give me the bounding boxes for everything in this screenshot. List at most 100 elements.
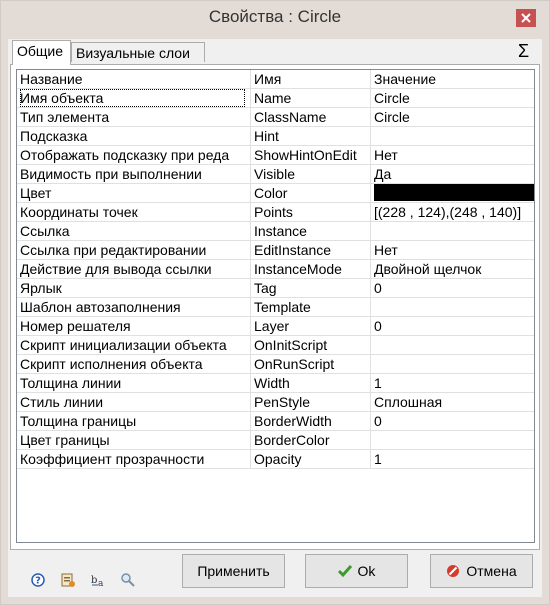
property-row[interactable]: Толщина границы BorderWidth 0 bbox=[17, 412, 534, 431]
property-title: Ярлык bbox=[17, 279, 251, 297]
property-row[interactable]: Шаблон автозаполнения Template bbox=[17, 298, 534, 317]
property-value[interactable]: 0 bbox=[371, 279, 534, 297]
property-name: ShowHintOnEdit bbox=[251, 146, 371, 164]
property-row[interactable]: Номер решателя Layer 0 bbox=[17, 317, 534, 336]
property-name: BorderWidth bbox=[251, 412, 371, 430]
properties-dialog: Свойства : Circle Общие Визуальные слои … bbox=[0, 0, 550, 605]
window-title: Свойства : Circle bbox=[208, 7, 342, 26]
sigma-icon[interactable]: Σ bbox=[518, 39, 529, 63]
property-row[interactable]: Скрипт инициализации объекта OnInitScript bbox=[17, 336, 534, 355]
property-row[interactable]: Координаты точек Points [(228 , 124),(248 … bbox=[17, 203, 534, 222]
column-header-value[interactable]: Значение bbox=[371, 70, 534, 88]
property-title: Номер решателя bbox=[17, 317, 251, 335]
property-row[interactable]: Видимость при выполнении Visible Да bbox=[17, 165, 534, 184]
property-value[interactable] bbox=[371, 431, 534, 449]
apply-button[interactable]: Применить bbox=[182, 554, 285, 588]
tab-general[interactable]: Общие bbox=[12, 40, 71, 65]
property-name: Layer bbox=[251, 317, 371, 335]
bottom-bar: ? b a Применить Ok Отмена bbox=[8, 550, 542, 597]
property-value[interactable]: 0 bbox=[371, 317, 534, 335]
property-row[interactable]: Скрипт исполнения объекта OnRunScript bbox=[17, 355, 534, 374]
help-icon[interactable]: ? bbox=[30, 572, 46, 588]
apply-button-label: Применить bbox=[197, 563, 270, 579]
property-name: BorderColor bbox=[251, 431, 371, 449]
tab-panel: Название Имя Значение Имя объекта Name Cir… bbox=[10, 64, 540, 550]
close-icon bbox=[521, 13, 531, 23]
property-name: Visible bbox=[251, 165, 371, 183]
property-row[interactable]: Ярлык Tag 0 bbox=[17, 279, 534, 298]
property-value[interactable]: Сплошная bbox=[371, 393, 534, 411]
property-row[interactable]: Ссылка при редактировании EditInstance Нет bbox=[17, 241, 534, 260]
property-title: Цвет bbox=[17, 184, 251, 202]
property-value[interactable]: 1 bbox=[371, 450, 534, 468]
property-name: Width bbox=[251, 374, 371, 392]
property-value[interactable] bbox=[371, 184, 534, 202]
ok-button[interactable]: Ok bbox=[305, 554, 408, 588]
property-value[interactable] bbox=[371, 127, 534, 145]
property-value[interactable]: Двойной щелчок bbox=[371, 260, 534, 278]
property-row[interactable]: Коэффициент прозрачности Opacity 1 bbox=[17, 450, 534, 469]
property-title: Ссылка при редактировании bbox=[17, 241, 251, 259]
property-title: Цвет границы bbox=[17, 431, 251, 449]
property-title: Тип элемента bbox=[17, 108, 251, 126]
property-title: Подсказка bbox=[17, 127, 251, 145]
column-header-name[interactable]: Имя bbox=[251, 70, 371, 88]
property-value[interactable]: Circle bbox=[371, 89, 534, 107]
property-row[interactable]: Отображать подсказку при реда ShowHintOnE… bbox=[17, 146, 534, 165]
property-name: ClassName bbox=[251, 108, 371, 126]
property-title: Координаты точек bbox=[17, 203, 251, 221]
property-title: Отображать подсказку при реда bbox=[17, 146, 251, 164]
svg-text:a: a bbox=[98, 579, 104, 588]
properties-icon[interactable] bbox=[60, 572, 76, 588]
property-row[interactable]: Толщина линии Width 1 bbox=[17, 374, 534, 393]
property-row[interactable]: Действие для вывода ссылки InstanceMode Дв… bbox=[17, 260, 534, 279]
property-title: Коэффициент прозрачности bbox=[17, 450, 251, 468]
property-title: Видимость при выполнении bbox=[17, 165, 251, 183]
property-title: Толщина линии bbox=[17, 374, 251, 392]
property-value[interactable] bbox=[371, 355, 534, 373]
tab-visual-layers[interactable]: Визуальные слои bbox=[71, 42, 205, 62]
property-title-focused: Имя объекта bbox=[20, 89, 245, 107]
property-row[interactable]: Цвет Color bbox=[17, 184, 534, 203]
close-button[interactable] bbox=[516, 9, 536, 27]
property-value[interactable] bbox=[371, 298, 534, 316]
property-name: OnRunScript bbox=[251, 355, 371, 373]
title-bar: Свойства : Circle bbox=[1, 1, 549, 39]
property-name: Template bbox=[251, 298, 371, 316]
svg-text:b: b bbox=[91, 575, 97, 586]
property-value[interactable] bbox=[371, 336, 534, 354]
property-row[interactable]: Ссылка Instance bbox=[17, 222, 534, 241]
property-value[interactable]: Нет bbox=[371, 146, 534, 164]
font-rename-icon[interactable]: b a bbox=[90, 572, 106, 588]
property-value[interactable]: [(228 , 124),(248 , 140)] bbox=[371, 203, 534, 221]
grid-header: Название Имя Значение bbox=[17, 70, 534, 89]
property-title: Скрипт инициализации объекта bbox=[17, 336, 251, 354]
property-value[interactable]: 1 bbox=[371, 374, 534, 392]
property-value[interactable] bbox=[371, 222, 534, 240]
property-row[interactable]: Цвет границы BorderColor bbox=[17, 431, 534, 450]
property-value[interactable]: 0 bbox=[371, 412, 534, 430]
property-row[interactable]: Тип элемента ClassName Circle bbox=[17, 108, 534, 127]
property-value[interactable]: Circle bbox=[371, 108, 534, 126]
column-header-title[interactable]: Название bbox=[17, 70, 251, 88]
ok-button-label: Ok bbox=[357, 563, 376, 579]
property-title: Ссылка bbox=[17, 222, 251, 240]
property-row[interactable]: Подсказка Hint bbox=[17, 127, 534, 146]
property-name: EditInstance bbox=[251, 241, 371, 259]
property-title: Шаблон автозаполнения bbox=[17, 298, 251, 316]
property-value[interactable]: Да bbox=[371, 165, 534, 183]
property-name: Hint bbox=[251, 127, 371, 145]
cancel-button[interactable]: Отмена bbox=[430, 554, 533, 588]
property-row[interactable]: Стиль линии PenStyle Сплошная bbox=[17, 393, 534, 412]
property-name: Tag bbox=[251, 279, 371, 297]
property-name: Color bbox=[251, 184, 371, 202]
zoom-icon[interactable] bbox=[120, 572, 136, 588]
property-row[interactable]: Имя объекта Name Circle bbox=[17, 89, 534, 108]
property-title: Толщина границы bbox=[17, 412, 251, 430]
property-grid[interactable]: Название Имя Значение Имя объекта Name Cir… bbox=[16, 69, 535, 543]
check-icon bbox=[337, 564, 352, 578]
cancel-icon bbox=[446, 564, 460, 578]
property-name: Instance bbox=[251, 222, 371, 240]
property-value[interactable]: Нет bbox=[371, 241, 534, 259]
color-swatch[interactable] bbox=[374, 184, 534, 201]
